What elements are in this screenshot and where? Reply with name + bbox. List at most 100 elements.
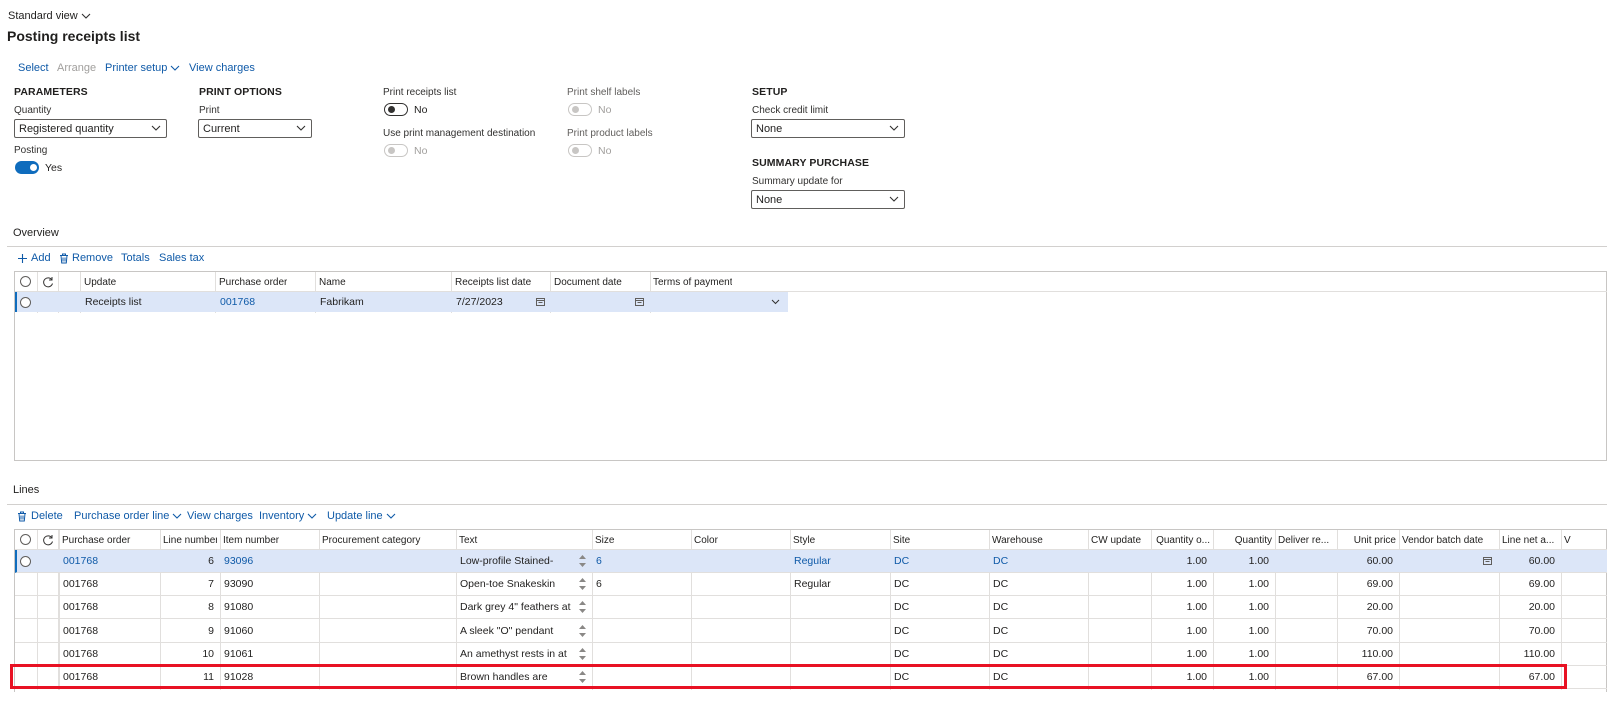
trash-icon bbox=[60, 253, 68, 263]
cell-po[interactable]: 001768 bbox=[63, 555, 154, 567]
overview-heading: Overview bbox=[13, 227, 59, 239]
posting-toggle[interactable] bbox=[15, 161, 39, 174]
cell-price: 110.00 bbox=[1361, 648, 1393, 660]
lines-col-5[interactable]: Size bbox=[595, 535, 688, 546]
col-terms-of-payment[interactable]: Terms of payment bbox=[653, 277, 732, 288]
setup-heading: SETUP bbox=[752, 86, 788, 98]
cell-wh[interactable]: DC bbox=[993, 555, 1082, 567]
cell-item: 93090 bbox=[224, 578, 254, 590]
delete-button[interactable]: Delete bbox=[17, 510, 63, 522]
add-button[interactable]: Add bbox=[17, 252, 51, 264]
row-select-radio[interactable] bbox=[20, 297, 31, 308]
cell-site[interactable]: DC bbox=[894, 555, 983, 567]
col-name[interactable]: Name bbox=[319, 277, 346, 288]
lines-col-15[interactable]: Vendor batch date bbox=[1402, 535, 1496, 546]
print-select-value: Current bbox=[203, 122, 240, 135]
calendar-icon[interactable] bbox=[536, 297, 545, 306]
lines-col-17[interactable]: V bbox=[1564, 535, 1604, 546]
lines-col-3[interactable]: Procurement category bbox=[322, 535, 453, 546]
print-label: Print bbox=[199, 105, 220, 116]
calendar-icon[interactable] bbox=[635, 297, 644, 306]
lines-col-13[interactable]: Deliver re... bbox=[1278, 535, 1334, 546]
spinner-icon[interactable] bbox=[578, 599, 587, 615]
receipts-list-date-field[interactable]: 7/27/2023 bbox=[456, 296, 503, 308]
lines-col-12[interactable]: Quantity bbox=[1216, 535, 1272, 546]
cell-price: 60.00 bbox=[1366, 555, 1393, 567]
refresh-icon[interactable] bbox=[42, 534, 54, 546]
view-charges-button[interactable]: View charges bbox=[189, 62, 255, 74]
cell-size[interactable]: 6 bbox=[596, 555, 685, 567]
lines-col-10[interactable]: CW update bbox=[1091, 535, 1148, 546]
cell-line: 8 bbox=[208, 601, 214, 613]
check-credit-select[interactable]: None bbox=[751, 119, 905, 138]
posting-label: Posting bbox=[14, 145, 48, 156]
chevron-down-icon[interactable] bbox=[771, 298, 780, 305]
remove-button[interactable]: Remove bbox=[59, 252, 113, 264]
cell-qty: 1.00 bbox=[1248, 601, 1269, 613]
lines-col-9[interactable]: Warehouse bbox=[992, 535, 1085, 546]
print-product-labels-value: No bbox=[598, 145, 612, 157]
use-print-mgmt-toggle[interactable] bbox=[384, 144, 408, 157]
lines-col-2[interactable]: Item number bbox=[223, 535, 316, 546]
cell-price: 20.00 bbox=[1366, 601, 1393, 613]
cell-size: 6 bbox=[596, 578, 602, 590]
lines-col-0[interactable]: Purchase order bbox=[62, 535, 157, 546]
cell-net: 20.00 bbox=[1528, 601, 1555, 613]
print-select[interactable]: Current bbox=[198, 119, 312, 138]
lines-select-all-radio[interactable] bbox=[20, 534, 31, 545]
lines-col-4[interactable]: Text bbox=[459, 535, 589, 546]
spinner-icon[interactable] bbox=[578, 553, 587, 569]
cell-po: 001768 bbox=[63, 625, 99, 637]
summary-update-label: Summary update for bbox=[752, 176, 843, 187]
lines-col-6[interactable]: Color bbox=[694, 535, 787, 546]
arrange-button[interactable]: Arrange bbox=[57, 62, 96, 74]
lines-view-charges-button[interactable]: View charges bbox=[187, 510, 253, 522]
chevron-down-icon bbox=[151, 125, 161, 131]
col-receipts-list-date[interactable]: Receipts list date bbox=[455, 277, 531, 288]
purchase-order-line-button[interactable]: Purchase order line bbox=[74, 510, 182, 522]
summary-update-select[interactable]: None bbox=[751, 190, 905, 209]
cell-style[interactable]: Regular bbox=[794, 555, 884, 567]
print-receipts-list-toggle[interactable] bbox=[384, 103, 408, 116]
summary-purchase-heading: SUMMARY PURCHASE bbox=[752, 157, 870, 169]
row-select-radio[interactable] bbox=[20, 556, 31, 567]
col-update[interactable]: Update bbox=[84, 277, 116, 288]
print-product-labels-toggle[interactable] bbox=[568, 144, 592, 157]
select-all-radio[interactable] bbox=[20, 276, 31, 287]
cell-line: 9 bbox=[208, 625, 214, 637]
lines-col-7[interactable]: Style bbox=[793, 535, 887, 546]
calendar-icon[interactable] bbox=[1483, 556, 1492, 565]
sales-tax-button[interactable]: Sales tax bbox=[159, 252, 204, 264]
col-purchase-order[interactable]: Purchase order bbox=[219, 277, 287, 288]
quantity-select[interactable]: Registered quantity bbox=[14, 119, 167, 138]
check-credit-label: Check credit limit bbox=[752, 105, 829, 116]
lines-col-14[interactable]: Unit price bbox=[1340, 535, 1396, 546]
chevron-down-icon bbox=[889, 125, 899, 131]
overview-po-link[interactable]: 001768 bbox=[220, 296, 255, 308]
overview-divider bbox=[7, 246, 1607, 247]
lines-heading: Lines bbox=[13, 484, 40, 496]
print-options-heading: PRINT OPTIONS bbox=[199, 86, 282, 98]
printer-setup-button[interactable]: Printer setup bbox=[105, 62, 180, 74]
lines-col-11[interactable]: Quantity o... bbox=[1154, 535, 1210, 546]
select-button[interactable]: Select bbox=[18, 62, 49, 74]
spinner-icon[interactable] bbox=[578, 623, 587, 639]
cell-site: DC bbox=[894, 648, 910, 660]
refresh-icon[interactable] bbox=[42, 276, 54, 288]
view-selector-label: Standard view bbox=[8, 10, 78, 22]
inventory-button[interactable]: Inventory bbox=[259, 510, 317, 522]
totals-button[interactable]: Totals bbox=[121, 252, 150, 264]
lines-col-16[interactable]: Line net a... bbox=[1502, 535, 1558, 546]
spinner-icon[interactable] bbox=[578, 646, 587, 662]
col-document-date[interactable]: Document date bbox=[554, 277, 622, 288]
update-line-button[interactable]: Update line bbox=[327, 510, 396, 522]
cell-line: 7 bbox=[208, 578, 214, 590]
spinner-icon[interactable] bbox=[578, 576, 587, 592]
lines-col-1[interactable]: Line number bbox=[163, 535, 217, 546]
view-selector[interactable]: Standard view bbox=[8, 9, 91, 23]
lines-col-8[interactable]: Site bbox=[893, 535, 986, 546]
print-shelf-labels-toggle[interactable] bbox=[568, 103, 592, 116]
use-print-mgmt-label: Use print management destination bbox=[383, 128, 536, 139]
cell-item[interactable]: 93096 bbox=[224, 555, 313, 567]
cell-net: 60.00 bbox=[1528, 555, 1555, 567]
